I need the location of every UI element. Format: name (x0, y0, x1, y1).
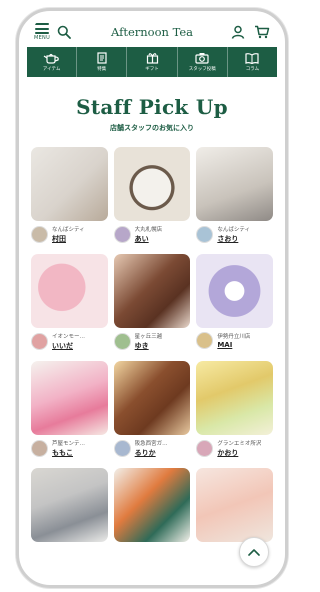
shop-name: 伊勢丹立川店 (217, 334, 251, 340)
product-photo[interactable] (113, 254, 191, 328)
nav-item-items[interactable]: アイテム (27, 47, 78, 77)
product-photo[interactable] (31, 468, 108, 542)
shop-name: 芦屋モンテ… (52, 441, 86, 447)
nav-label: スタッフ投稿 (188, 67, 216, 72)
account-icon[interactable] (229, 23, 247, 41)
shop-name: 星ヶ丘三越 (134, 334, 163, 340)
nav-label: 特集 (97, 67, 107, 72)
staff-pick-card[interactable]: 伊勢丹立川店 MAI (196, 254, 273, 351)
search-icon[interactable] (55, 23, 73, 41)
product-photo[interactable] (113, 147, 191, 221)
staff-name[interactable]: かおり (217, 448, 261, 458)
staff-pick-card[interactable]: グランエミオ所沢 かおり (196, 361, 273, 458)
shop-name: イオンモー… (52, 334, 86, 340)
product-photo[interactable] (31, 361, 108, 435)
product-photo[interactable] (113, 468, 191, 542)
staff-avatar (113, 440, 131, 457)
staff-avatar (196, 440, 214, 457)
product-photo[interactable] (196, 254, 273, 328)
staff-name[interactable]: さおり (217, 234, 250, 244)
staff-pick-card[interactable]: イオンモー… いいだ (31, 254, 108, 351)
hamburger-icon (35, 23, 49, 34)
staff-avatar (196, 226, 214, 243)
nav-label: ギフト (145, 67, 159, 72)
menu-label: MENU (33, 35, 51, 41)
nav-item-column[interactable]: コラム (228, 47, 277, 77)
staff-name[interactable]: ももこ (52, 448, 85, 458)
nav-item-gift[interactable]: ギフト (127, 47, 178, 77)
staff-avatar (113, 226, 131, 243)
product-photo[interactable] (196, 468, 273, 542)
staff-pick-grid: なんばシティ 村田 大丸札幌店 あい なんばシティ さおり イオンモー… いいだ… (27, 147, 277, 542)
staff-avatar (113, 333, 131, 350)
teapot-icon (43, 53, 59, 64)
nav-label: コラム (245, 67, 260, 72)
staff-pick-card[interactable] (196, 468, 273, 542)
staff-pick-card[interactable]: 芦屋モンテ… ももこ (31, 361, 108, 458)
shop-name: 大丸札幌店 (134, 227, 163, 233)
nav-label: アイテム (42, 67, 61, 72)
staff-avatar (31, 226, 48, 243)
cart-icon[interactable] (253, 23, 271, 41)
back-to-top-button[interactable] (239, 537, 269, 567)
staff-avatar (31, 440, 48, 457)
nav-item-staff-posts[interactable]: スタッフ投稿 (178, 47, 228, 77)
page-title: Staff Pick Up (76, 95, 228, 119)
staff-avatar (31, 333, 48, 350)
staff-name[interactable]: ゆき (135, 341, 163, 351)
product-photo[interactable] (31, 254, 108, 328)
category-nav: アイテム 特集 ギフト スタッフ投稿 コラム (27, 47, 277, 77)
staff-pick-card[interactable]: 阪急西宮ガ… るりか (113, 361, 191, 458)
top-bar: MENU Afternoon Tea (27, 17, 277, 47)
page-subtitle: 店舗スタッフのお気に入り (110, 124, 194, 132)
phone-frame: MENU Afternoon Tea アイテム 特集 ギフト スタッフ投稿 コラ… (16, 8, 288, 588)
product-photo[interactable] (31, 147, 108, 221)
staff-name[interactable]: あい (135, 234, 163, 244)
nav-item-features[interactable]: 特集 (77, 47, 128, 77)
staff-pick-card[interactable]: 大丸札幌店 あい (113, 147, 191, 244)
product-photo[interactable] (196, 147, 273, 221)
shop-name: なんばシティ (52, 227, 85, 233)
document-icon (97, 52, 107, 64)
camera-icon (195, 53, 209, 64)
staff-pick-card[interactable]: なんばシティ さおり (196, 147, 273, 244)
staff-name[interactable]: るりか (135, 448, 168, 458)
screen: MENU Afternoon Tea アイテム 特集 ギフト スタッフ投稿 コラ… (27, 17, 277, 577)
staff-name[interactable]: いいだ (52, 341, 85, 351)
staff-pick-card[interactable]: 星ヶ丘三越 ゆき (113, 254, 191, 351)
staff-avatar (196, 332, 214, 349)
menu-button[interactable]: MENU (33, 23, 51, 41)
staff-pick-card[interactable] (113, 468, 191, 542)
product-photo[interactable] (113, 361, 191, 435)
staff-name[interactable]: 村田 (52, 234, 85, 244)
staff-pick-card[interactable]: なんばシティ 村田 (31, 147, 108, 244)
book-icon (245, 53, 260, 64)
shop-name: なんばシティ (217, 227, 250, 233)
product-photo[interactable] (196, 361, 273, 435)
chevron-up-icon (248, 549, 260, 556)
staff-pick-card[interactable] (31, 468, 108, 542)
shop-name: 阪急西宮ガ… (134, 441, 168, 447)
shop-name: グランエミオ所沢 (217, 441, 262, 447)
gift-icon (146, 53, 158, 64)
staff-name[interactable]: MAI (217, 341, 250, 349)
